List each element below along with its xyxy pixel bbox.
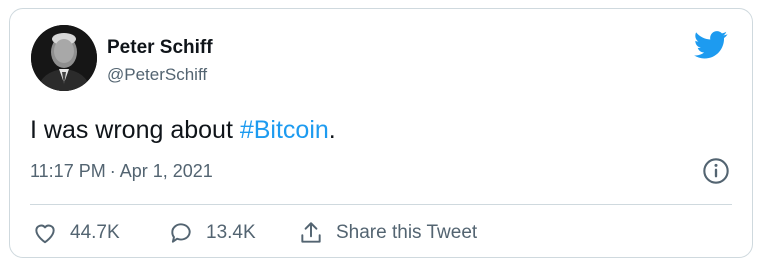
- avatar-portrait-icon: [31, 25, 97, 91]
- share-upload-icon: [301, 222, 321, 243]
- heart-icon: [35, 224, 55, 244]
- tweet-date: Apr 1, 2021: [119, 161, 213, 181]
- share-label: Share this Tweet: [336, 222, 478, 243]
- share-button[interactable]: Share this Tweet: [298, 217, 477, 249]
- tweet-text-prefix: I was wrong about: [30, 116, 240, 144]
- tweet-card[interactable]: Peter Schiff @PeterSchiff I was wrong ab…: [9, 8, 753, 258]
- like-button[interactable]: 44.7K: [32, 217, 120, 249]
- tweet-time: 11:17 PM: [30, 161, 106, 181]
- author-handle[interactable]: @PeterSchiff: [107, 65, 207, 85]
- tweet-timestamp[interactable]: 11:17 PM · Apr 1, 2021: [30, 161, 213, 182]
- comment-bubble-icon: [171, 223, 191, 243]
- divider: [30, 204, 732, 205]
- reply-count: 13.4K: [206, 222, 256, 243]
- like-count: 44.7K: [70, 222, 120, 243]
- tweet-text-suffix: .: [328, 116, 336, 144]
- avatar[interactable]: [31, 25, 97, 91]
- hashtag-link[interactable]: #Bitcoin: [240, 116, 329, 144]
- meta-separator: ·: [109, 161, 116, 181]
- tweet-text: I was wrong about #Bitcoin.: [30, 116, 336, 145]
- author-name[interactable]: Peter Schiff: [107, 37, 213, 59]
- reply-button[interactable]: 13.4K: [168, 217, 256, 249]
- info-icon[interactable]: [702, 157, 730, 185]
- twitter-bird-icon[interactable]: [694, 31, 728, 59]
